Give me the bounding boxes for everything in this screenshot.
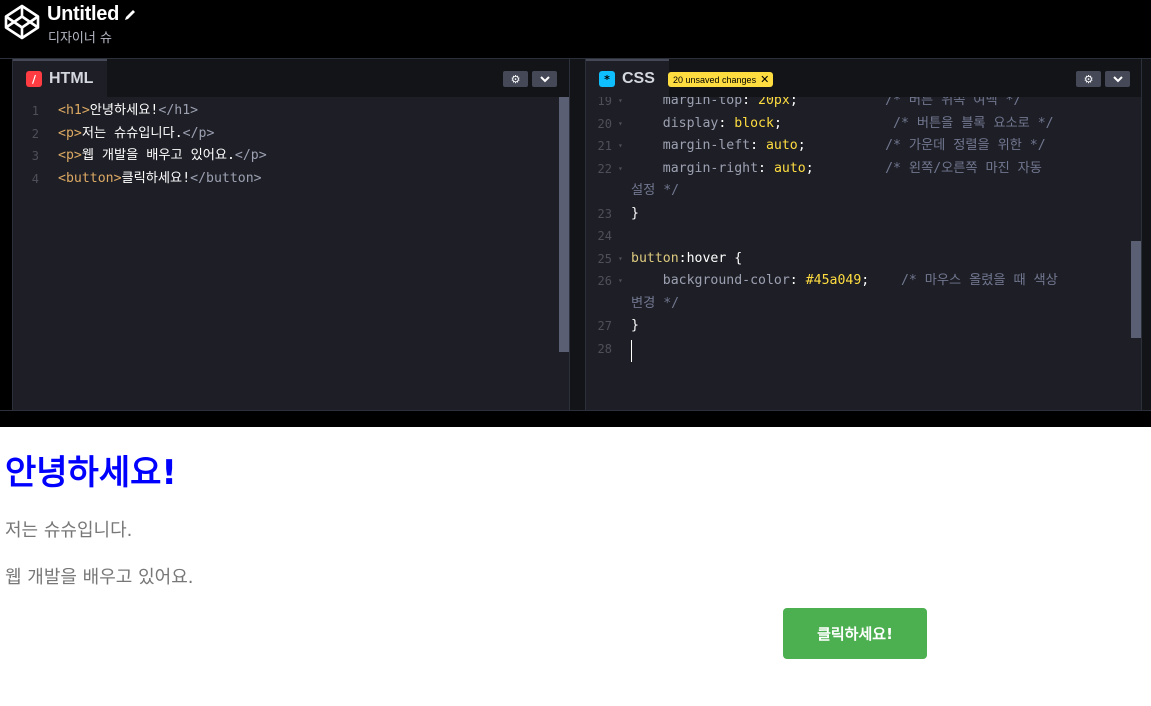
preview-heading: 안녕하세요! xyxy=(5,453,177,493)
edit-pencil-icon[interactable] xyxy=(123,8,137,22)
code-line: 25 ▾ button:hover { xyxy=(586,248,1141,270)
line-number: 25 xyxy=(597,251,612,266)
code-line: 20 ▾ display: block; /* 버튼을 블록 요소로 */ xyxy=(586,113,1141,135)
preview-click-button[interactable]: 클릭하세요! xyxy=(783,608,927,659)
code-line: 21 ▾ margin-left: auto; /* 가운데 정렬을 위한 */ xyxy=(586,135,1141,157)
code-line: 26 ▾ background-color: #45a049; /* 마우스 올렸… xyxy=(586,270,1141,292)
code-text: button:hover { xyxy=(631,250,743,266)
code-line: 23} xyxy=(586,203,1141,225)
html-scrollbar[interactable] xyxy=(559,97,569,352)
preview-paragraph-2: 웹 개발을 배우고 있어요. xyxy=(5,567,194,588)
line-number: 27 xyxy=(597,319,612,333)
html-code-editor[interactable]: 1 <h1>안녕하세요!</h1> 2 <p>저는 슈슈입니다.</p> 3 <p>웹 개… xyxy=(13,97,569,410)
code-text: margin-left: auto; /* 가운데 정렬을 위한 */ xyxy=(631,138,1046,153)
line-number: 24 xyxy=(597,229,612,243)
line-number: 21 xyxy=(597,139,612,153)
code-text: } xyxy=(631,318,639,333)
line-number: 28 xyxy=(597,341,612,356)
code-line: 1 <h1>안녕하세요!</h1> xyxy=(13,100,569,122)
code-text: background-color: #45a049; /* 마우스 올렸을 때 … xyxy=(631,273,1058,288)
css-settings-button[interactable]: ⚙ xyxy=(1076,71,1101,87)
code-text: <p>저는 슈슈입니다.</p> xyxy=(58,125,215,141)
code-text: 변경 */ xyxy=(631,295,680,311)
code-text: <h1>안녕하세요!</h1> xyxy=(58,103,199,118)
fold-arrow-icon[interactable]: ▾ xyxy=(618,97,623,112)
css-asterisk-icon: * xyxy=(599,71,615,87)
pane-resizer[interactable] xyxy=(569,59,586,410)
code-line: 설정 */ xyxy=(586,180,1141,202)
code-line: 2 <p>저는 슈슈입니다.</p> xyxy=(13,123,569,145)
pen-title[interactable]: Untitled xyxy=(47,3,119,26)
css-code-editor[interactable]: 19 ▾ margin-top: 20px; /* 버튼 위쪽 여백 */20 ▾ … xyxy=(586,97,1141,410)
line-number: 20 xyxy=(597,116,612,131)
line-number: 22 xyxy=(597,161,612,176)
preview-paragraph-1: 저는 슈슈입니다. xyxy=(5,520,133,541)
fold-arrow-icon[interactable]: ▾ xyxy=(618,113,623,135)
css-scrollbar[interactable] xyxy=(1131,241,1141,338)
tab-html[interactable]: / HTML xyxy=(13,59,108,97)
html-collapse-button[interactable] xyxy=(532,71,557,87)
fold-arrow-icon[interactable]: ▾ xyxy=(618,270,623,292)
codepen-logo-icon[interactable] xyxy=(4,4,40,40)
left-gutter xyxy=(0,59,13,410)
code-text: 설정 */ xyxy=(631,183,680,198)
unsaved-badge-label: 20 unsaved changes xyxy=(673,74,757,85)
code-text: <p>웹 개발을 배우고 있어요.</p> xyxy=(58,148,267,163)
code-text: } xyxy=(631,205,639,221)
fold-arrow-icon[interactable]: ▾ xyxy=(618,248,623,270)
code-line: 3 <p>웹 개발을 배우고 있어요.</p> xyxy=(13,145,569,167)
css-collapse-button[interactable] xyxy=(1105,71,1130,87)
code-line: 24 xyxy=(586,225,1141,247)
code-text: margin-top: 20px; /* 버튼 위쪽 여백 */ xyxy=(631,97,1022,108)
fold-arrow-icon[interactable]: ▾ xyxy=(618,158,623,180)
line-number: 2 xyxy=(31,126,39,141)
html-settings-button[interactable]: ⚙ xyxy=(503,71,528,87)
code-text: margin-right: auto; /* 왼쪽/오른쪽 마진 자동 xyxy=(631,160,1042,176)
css-pane-header: * CSS 20 unsaved changes ✕ ⚙ xyxy=(586,59,1141,97)
css-tab-label: CSS xyxy=(622,70,655,87)
line-number: 1 xyxy=(31,104,39,118)
line-number: 3 xyxy=(31,149,39,163)
code-line: 변경 */ xyxy=(586,293,1141,315)
text-cursor xyxy=(631,340,632,362)
line-number: 23 xyxy=(597,206,612,221)
unsaved-changes-badge[interactable]: 20 unsaved changes ✕ xyxy=(668,72,774,87)
code-text: <button>클릭하세요!</button> xyxy=(58,170,262,186)
code-text: display: block; /* 버튼을 블록 요소로 */ xyxy=(631,115,1054,131)
code-line: 19 ▾ margin-top: 20px; /* 버튼 위쪽 여백 */ xyxy=(586,97,1141,112)
line-number: 26 xyxy=(597,274,612,288)
preview-frame: 안녕하세요! 저는 슈슈입니다. 웹 개발을 배우고 있어요. 클릭하세요! xyxy=(0,427,1151,706)
html-tab-label: HTML xyxy=(49,70,94,87)
gear-icon: ⚙ xyxy=(1083,72,1094,86)
fold-arrow-icon[interactable]: ▾ xyxy=(618,135,623,157)
close-icon[interactable]: ✕ xyxy=(760,73,769,86)
line-number: 4 xyxy=(31,171,39,186)
chevron-down-icon xyxy=(1112,75,1123,82)
right-edge xyxy=(1141,59,1151,410)
chevron-down-icon xyxy=(539,75,550,82)
editor-area: / HTML ⚙ 1 <h1>안녕하세요!</h1> 2 <p>저는 슈슈입니다.</… xyxy=(0,58,1151,410)
code-line: 22 ▾ margin-right: auto; /* 왼쪽/오른쪽 마진 자동 xyxy=(586,158,1141,180)
code-line: 4 <button>클릭하세요!</button> xyxy=(13,168,569,190)
css-editor-pane: * CSS 20 unsaved changes ✕ ⚙ 19 ▾ margin-… xyxy=(586,59,1141,410)
html-slash-icon: / xyxy=(26,71,42,87)
author-name[interactable]: 디자이너 슈 xyxy=(48,27,112,46)
top-header: Untitled 디자이너 슈 xyxy=(0,0,1151,58)
code-line: 28 xyxy=(586,338,1141,360)
preview-resizer[interactable] xyxy=(0,410,1151,427)
line-number: 19 xyxy=(597,97,612,108)
html-pane-header: / HTML ⚙ xyxy=(13,59,569,97)
tab-css[interactable]: * CSS xyxy=(586,59,669,97)
html-editor-pane: / HTML ⚙ 1 <h1>안녕하세요!</h1> 2 <p>저는 슈슈입니다.</… xyxy=(13,59,569,410)
gear-icon: ⚙ xyxy=(510,72,521,86)
code-line: 27} xyxy=(586,315,1141,337)
